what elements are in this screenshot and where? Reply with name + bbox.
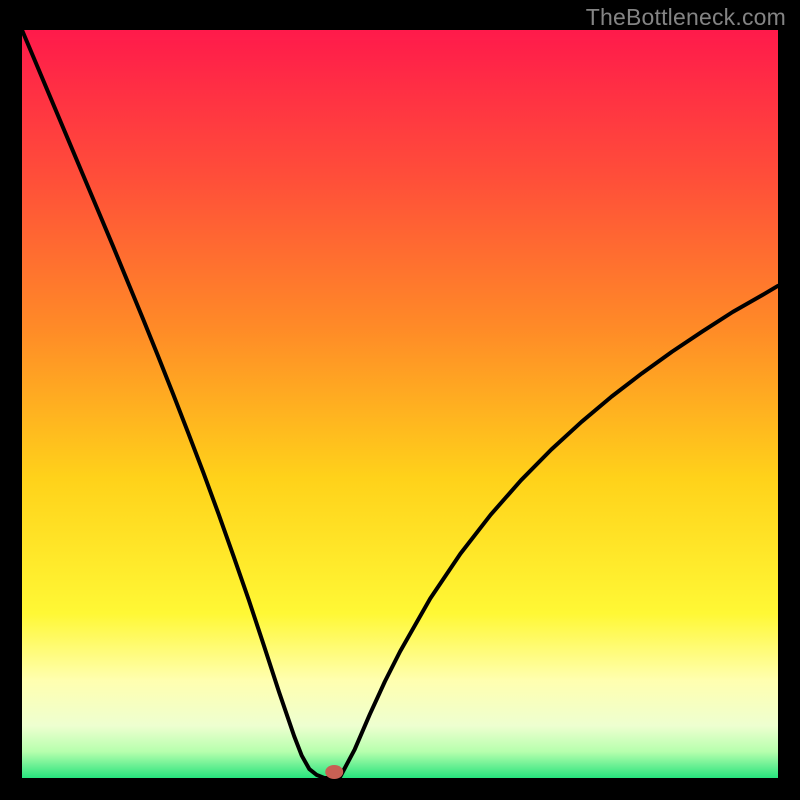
marker-point xyxy=(325,765,343,779)
plot-background xyxy=(22,30,778,778)
chart-container: TheBottleneck.com xyxy=(0,0,800,800)
chart-svg xyxy=(0,0,800,800)
watermark-text: TheBottleneck.com xyxy=(586,4,786,31)
